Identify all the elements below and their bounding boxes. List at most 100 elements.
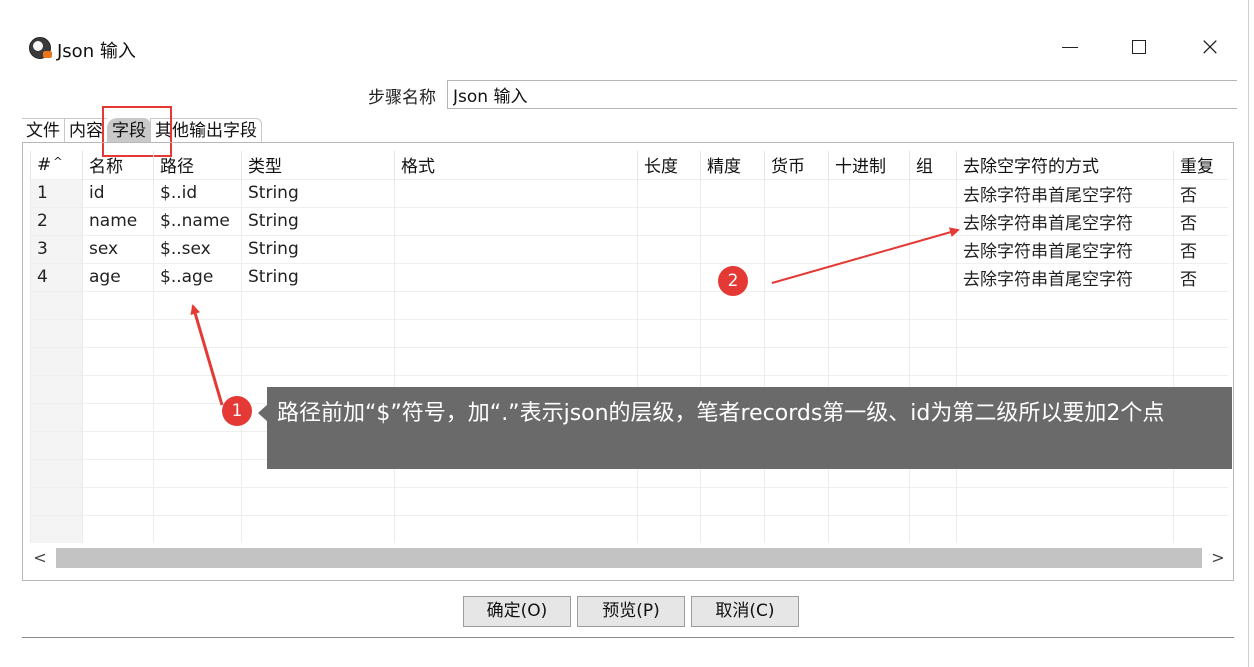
table-row[interactable]: 1 id $..id String 去除字符串首尾空字符否 [30, 178, 1228, 207]
cell-trim-type[interactable]: 去除字符串首尾空字符 [956, 178, 1174, 207]
cell-currency[interactable] [764, 486, 829, 515]
cell-name[interactable]: id [82, 178, 154, 207]
cell-repeat[interactable]: 否 [1173, 206, 1228, 235]
cell-repeat[interactable] [1173, 318, 1228, 347]
cell-format[interactable] [394, 234, 638, 263]
horizontal-scrollbar[interactable]: < > [30, 546, 1228, 570]
cell-decimal[interactable] [828, 178, 910, 207]
cell-precision[interactable] [700, 346, 765, 375]
cell-currency[interactable] [764, 206, 829, 235]
cell-name[interactable] [82, 458, 154, 487]
cell-repeat[interactable]: 否 [1173, 262, 1228, 291]
cell-index[interactable] [30, 458, 83, 487]
cell-group[interactable] [909, 346, 957, 375]
tab-file[interactable]: 文件 [22, 118, 64, 143]
cell-repeat[interactable] [1173, 346, 1228, 375]
scroll-right-icon[interactable]: > [1208, 548, 1228, 568]
column-header-length[interactable]: 长度 [637, 151, 701, 179]
cell-trim-type[interactable] [956, 290, 1174, 319]
cell-name[interactable] [82, 514, 154, 543]
cell-type[interactable] [241, 318, 395, 347]
cell-trim-type[interactable]: 去除字符串首尾空字符 [956, 234, 1174, 263]
cell-type[interactable]: String [241, 262, 395, 291]
cell-path[interactable]: $..age [153, 262, 242, 291]
cell-name[interactable] [82, 402, 154, 431]
cell-repeat[interactable]: 否 [1173, 178, 1228, 207]
cell-path[interactable] [153, 318, 242, 347]
cell-length[interactable] [637, 290, 701, 319]
column-header-decimal[interactable]: 十进制 [828, 151, 910, 179]
cell-precision[interactable] [700, 486, 765, 515]
cell-type[interactable]: String [241, 234, 395, 263]
cell-path[interactable] [153, 486, 242, 515]
column-header-format[interactable]: 格式 [394, 151, 638, 179]
cell-index[interactable] [30, 346, 83, 375]
cell-path[interactable] [153, 458, 242, 487]
scroll-left-icon[interactable]: < [30, 548, 50, 568]
cell-repeat[interactable] [1173, 290, 1228, 319]
column-header-precision[interactable]: 精度 [700, 151, 765, 179]
cell-repeat[interactable] [1173, 514, 1228, 543]
cell-type[interactable] [241, 514, 395, 543]
cell-trim-type[interactable] [956, 346, 1174, 375]
cell-index[interactable]: 4 [30, 262, 83, 291]
column-header-name[interactable]: 名称 [82, 151, 154, 179]
cell-index[interactable] [30, 402, 83, 431]
cell-name[interactable] [82, 318, 154, 347]
cell-length[interactable] [637, 346, 701, 375]
table-row[interactable]: 2 name $..name String 去除字符串首尾空字符否 [30, 206, 1228, 235]
column-header-index[interactable]: # ^ [30, 151, 83, 179]
cell-currency[interactable] [764, 234, 829, 263]
cell-format[interactable] [394, 514, 638, 543]
cell-type[interactable] [241, 290, 395, 319]
cell-group[interactable] [909, 290, 957, 319]
cell-name[interactable]: age [82, 262, 154, 291]
maximize-button[interactable] [1121, 32, 1157, 62]
cancel-button[interactable]: 取消(C) [691, 596, 799, 627]
table-row[interactable] [30, 514, 1228, 543]
cell-length[interactable] [637, 262, 701, 291]
column-header-repeat[interactable]: 重复 [1173, 151, 1228, 179]
cell-type[interactable]: String [241, 178, 395, 207]
cell-currency[interactable] [764, 318, 829, 347]
tab-content[interactable]: 内容 [64, 118, 107, 143]
cell-format[interactable] [394, 206, 638, 235]
cell-name[interactable] [82, 290, 154, 319]
cell-trim-type[interactable] [956, 486, 1174, 515]
cell-format[interactable] [394, 262, 638, 291]
cell-precision[interactable] [700, 206, 765, 235]
cell-format[interactable] [394, 290, 638, 319]
cell-precision[interactable] [700, 318, 765, 347]
cell-name[interactable]: name [82, 206, 154, 235]
cell-index[interactable] [30, 486, 83, 515]
cell-repeat[interactable] [1173, 486, 1228, 515]
cell-group[interactable] [909, 514, 957, 543]
cell-decimal[interactable] [828, 290, 910, 319]
cell-path[interactable] [153, 514, 242, 543]
table-row[interactable] [30, 346, 1228, 375]
cell-index[interactable] [30, 318, 83, 347]
cell-index[interactable] [30, 514, 83, 543]
step-name-input[interactable] [447, 80, 1237, 109]
cell-trim-type[interactable]: 去除字符串首尾空字符 [956, 262, 1174, 291]
cell-group[interactable] [909, 234, 957, 263]
scroll-thumb[interactable] [56, 548, 1202, 568]
cell-precision[interactable] [700, 514, 765, 543]
minimize-button[interactable] [1052, 32, 1088, 62]
cell-name[interactable] [82, 346, 154, 375]
column-header-path[interactable]: 路径 [153, 151, 242, 179]
cell-precision[interactable] [700, 178, 765, 207]
cell-name[interactable] [82, 486, 154, 515]
cell-index[interactable]: 1 [30, 178, 83, 207]
cell-index[interactable]: 3 [30, 234, 83, 263]
cell-currency[interactable] [764, 262, 829, 291]
cell-name[interactable] [82, 374, 154, 403]
cell-length[interactable] [637, 514, 701, 543]
cell-decimal[interactable] [828, 346, 910, 375]
cell-type[interactable]: String [241, 206, 395, 235]
table-row[interactable]: 3 sex $..sex String 去除字符串首尾空字符否 [30, 234, 1228, 263]
cell-type[interactable] [241, 486, 395, 515]
cell-index[interactable] [30, 290, 83, 319]
cell-group[interactable] [909, 318, 957, 347]
cell-format[interactable] [394, 318, 638, 347]
